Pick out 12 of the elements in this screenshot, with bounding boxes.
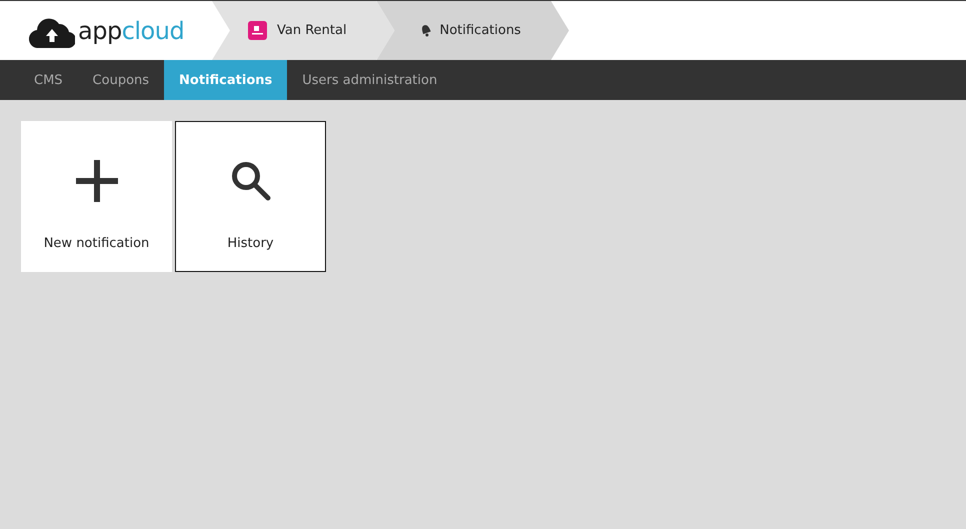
search-icon <box>230 160 272 202</box>
action-tile[interactable]: History <box>175 121 326 272</box>
breadcrumb-item[interactable]: Notifications <box>376 1 569 60</box>
action-tile[interactable]: New notification <box>21 121 172 272</box>
nav-tab[interactable]: Coupons <box>78 60 164 100</box>
nav-tab[interactable]: Users administration <box>287 60 452 100</box>
breadcrumb-item[interactable]: Van Rental <box>212 1 395 60</box>
cloud-upload-icon <box>29 16 75 48</box>
nav-tab[interactable]: CMS <box>19 60 78 100</box>
app-icon <box>248 21 267 40</box>
logo-text: appcloud <box>78 16 184 44</box>
plus-icon <box>76 160 118 202</box>
